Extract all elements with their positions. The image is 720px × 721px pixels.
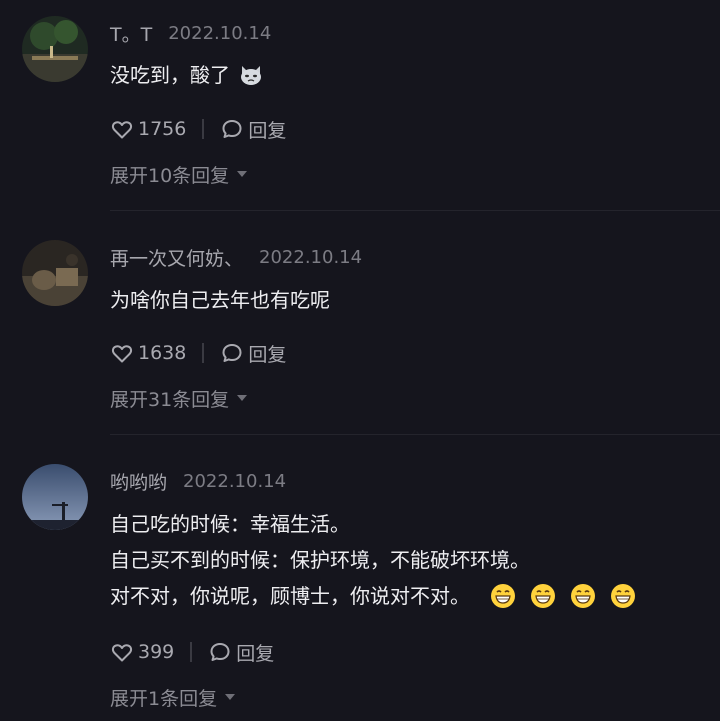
reply-label: 回复 [248,119,287,142]
username[interactable]: 再一次又何妨、 [110,244,243,271]
reply-button[interactable]: 回复 [220,340,286,367]
like-count: 399 [138,641,175,663]
caret-down-icon [237,171,248,177]
comment-line: 自己买不到的时候：保护环境，不能破坏环境。 [110,548,530,572]
comment-text: 为啥你自己去年也有吃呢 [110,282,330,318]
expand-replies-button[interactable]: 展开31条回复 [110,385,248,411]
reply-bubble-icon [222,344,242,362]
grin-emoji [491,584,515,608]
like-count: 1638 [138,342,187,364]
comment-actions: 1638 回复 [110,338,286,368]
like-button[interactable]: 1638 [110,341,186,365]
like-button[interactable]: 399 [110,640,174,664]
grin-emoji [571,584,595,608]
comment-text: 自己吃的时候：幸福生活。 自己买不到的时候：保护环境，不能破坏环境。 对不对，你… [110,506,636,614]
reply-label: 回复 [236,642,275,665]
caret-down-icon [225,694,236,700]
username[interactable]: T。T [110,20,152,47]
comment-actions: 1756 回复 [110,114,286,144]
comment-line: 自己吃的时候：幸福生活。 [110,512,350,536]
like-count: 1756 [138,118,187,140]
cat-face-emoji [241,66,261,85]
avatar[interactable] [22,464,88,530]
expand-replies-label: 展开10条回复 [110,164,230,187]
comment-line: 对不对，你说呢，顾博士，你说对不对。 [110,584,470,608]
reply-bubble-icon [222,120,242,138]
comment-header: 再一次又何妨、 2022.10.14 [110,244,362,270]
heart-icon [111,121,133,139]
username[interactable]: 哟哟哟 [110,468,167,495]
comment-line: 为啥你自己去年也有吃呢 [110,288,330,312]
comment-separator [110,434,720,435]
avatar[interactable] [22,240,88,306]
expand-replies-label: 展开31条回复 [110,388,230,411]
heart-icon [111,644,133,662]
expand-replies-button[interactable]: 展开1条回复 [110,684,236,710]
comment-separator [110,210,720,211]
heart-icon [111,345,133,363]
comment-actions: 399 回复 [110,637,274,667]
comment-date: 2022.10.14 [183,470,287,492]
action-divider [202,343,205,363]
grin-emoji [611,584,635,608]
comment-text: 没吃到，酸了 [110,57,264,93]
comment-line: 没吃到，酸了 [110,63,230,87]
reply-bubble-icon [210,643,230,661]
reply-button[interactable]: 回复 [220,116,286,143]
emoji-row [490,583,636,609]
reply-label: 回复 [248,343,287,366]
comment-header: T。T 2022.10.14 [110,20,271,46]
like-button[interactable]: 1756 [110,117,186,141]
comment-date: 2022.10.14 [259,246,363,268]
action-divider [202,119,205,139]
grin-emoji [531,584,555,608]
expand-replies-label: 展开1条回复 [110,687,218,710]
comment-date: 2022.10.14 [168,22,272,44]
avatar[interactable] [22,16,88,82]
comment-header: 哟哟哟 2022.10.14 [110,468,286,494]
caret-down-icon [237,395,248,401]
action-divider [190,642,193,662]
expand-replies-button[interactable]: 展开10条回复 [110,161,248,187]
reply-button[interactable]: 回复 [208,639,274,666]
